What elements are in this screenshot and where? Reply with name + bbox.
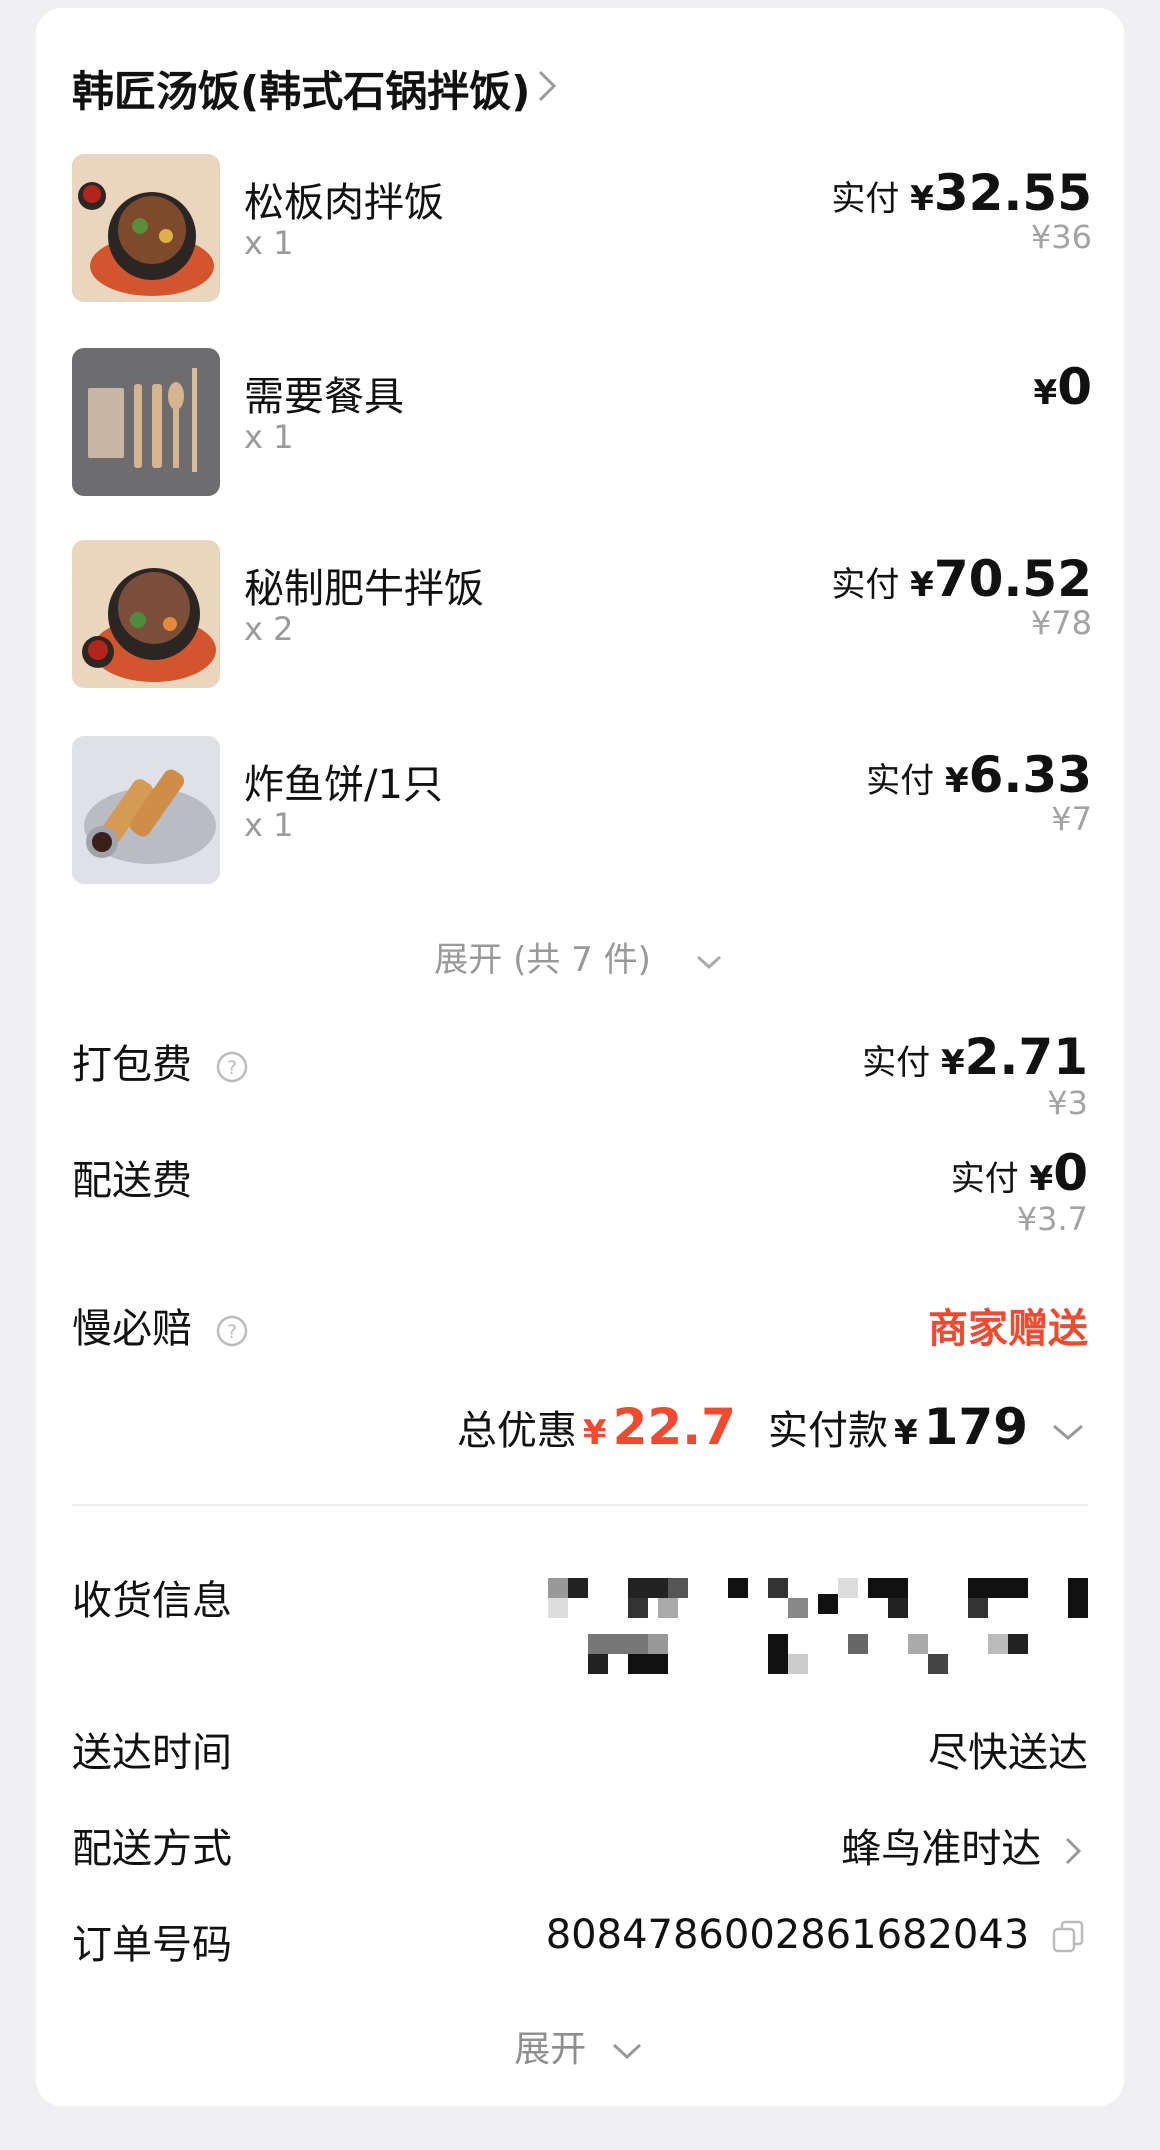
packing-fee-row: 打包费 ? (72, 1032, 249, 1090)
delivery-method-row[interactable]: 蜂鸟准时达 (841, 1816, 1088, 1874)
item-quantity: x 1 (244, 418, 294, 456)
redacted-address (548, 1578, 1108, 1686)
list-item[interactable]: 秘制肥牛拌饭 x 2 实付 ¥70.52 ¥78 (72, 540, 1092, 690)
list-item[interactable]: 炸鱼饼/1只 x 1 实付 ¥6.33 ¥7 (72, 736, 1092, 886)
order-summary[interactable]: 总优惠 ¥ 22.7 实付款 ¥ 179 (457, 1398, 1088, 1456)
chevron-down-icon[interactable] (1048, 1420, 1088, 1444)
packing-fee-original: ¥3 (1047, 1084, 1088, 1122)
delivery-time-label: 送达时间 (72, 1730, 232, 1776)
item-image-beef-bibimbap (72, 540, 220, 688)
question-icon[interactable]: ? (215, 1050, 249, 1084)
late-comp-row: 慢必赔 ? (72, 1296, 249, 1354)
item-name: 炸鱼饼/1只 (244, 762, 443, 808)
svg-text:?: ? (227, 1321, 237, 1343)
expand-details-button[interactable]: 展开 (36, 2020, 1124, 2072)
chevron-right-icon[interactable] (528, 64, 568, 108)
item-quantity: x 1 (244, 806, 294, 844)
discount-label: 总优惠 (456, 1408, 577, 1454)
item-original-price: ¥7 (1051, 800, 1092, 838)
item-original-price: ¥36 (1030, 218, 1092, 256)
item-name: 需要餐具 (244, 374, 404, 420)
question-icon[interactable]: ? (215, 1314, 249, 1348)
discount-value: 22.7 (612, 1398, 736, 1456)
item-original-price: ¥78 (1030, 604, 1092, 642)
delivery-method-label: 配送方式 (72, 1826, 232, 1872)
item-paid-price: 实付 ¥6.33 (866, 746, 1092, 804)
packing-fee-paid: 实付 ¥2.71 (862, 1028, 1088, 1086)
late-comp-label: 慢必赔 (72, 1306, 192, 1352)
currency-symbol: ¥ (893, 1413, 918, 1453)
item-paid-price: 实付 ¥70.52 (831, 550, 1092, 608)
delivery-fee-paid: 实付 ¥0 (950, 1144, 1088, 1202)
delivery-time-value: 尽快送达 (928, 1730, 1088, 1776)
order-number-row: 8084786002861682043 (546, 1912, 1088, 1958)
order-number-label: 订单号码 (72, 1922, 232, 1968)
paid-total-label: 实付款 (767, 1408, 888, 1454)
copy-icon[interactable] (1048, 1917, 1088, 1957)
item-image-bibimbap (72, 154, 220, 302)
order-number-value: 8084786002861682043 (545, 1912, 1030, 1958)
chevron-down-icon (696, 955, 721, 969)
paid-total-value: 179 (923, 1398, 1028, 1456)
item-paid-price: 实付 ¥32.55 (831, 164, 1092, 222)
currency-symbol: ¥ (582, 1413, 607, 1453)
item-image-fish-cake (72, 736, 220, 884)
chevron-right-icon (1065, 1837, 1082, 1865)
expand-items-button[interactable]: 展开 (共 7 件) (36, 932, 1124, 981)
svg-text:?: ? (227, 1057, 237, 1079)
list-item[interactable]: 松板肉拌饭 x 1 实付 ¥32.55 ¥36 (72, 154, 1092, 304)
item-paid-price: ¥0 (1033, 358, 1092, 416)
divider (72, 1504, 1088, 1506)
delivery-method-value: 蜂鸟准时达 (841, 1826, 1042, 1872)
receiver-label: 收货信息 (72, 1578, 232, 1624)
list-item[interactable]: 需要餐具 x 1 ¥0 (72, 348, 1092, 498)
item-name: 秘制肥牛拌饭 (244, 566, 484, 612)
delivery-fee-label: 配送费 (72, 1158, 192, 1204)
delivery-fee-original: ¥3.7 (1016, 1200, 1088, 1238)
item-quantity: x 2 (244, 610, 294, 648)
order-card: 韩匠汤饭(韩式石锅拌饭) 松板肉拌饭 x 1 实付 ¥32.55 ¥36 需要餐… (36, 8, 1124, 2106)
packing-fee-label: 打包费 (72, 1042, 192, 1088)
late-comp-value: 商家赠送 (928, 1306, 1088, 1352)
chevron-down-icon (612, 2043, 641, 2060)
shop-name[interactable]: 韩匠汤饭(韩式石锅拌饭) (72, 58, 530, 119)
item-name: 松板肉拌饭 (244, 180, 444, 226)
item-image-utensils (72, 348, 220, 496)
item-quantity: x 1 (244, 224, 294, 262)
